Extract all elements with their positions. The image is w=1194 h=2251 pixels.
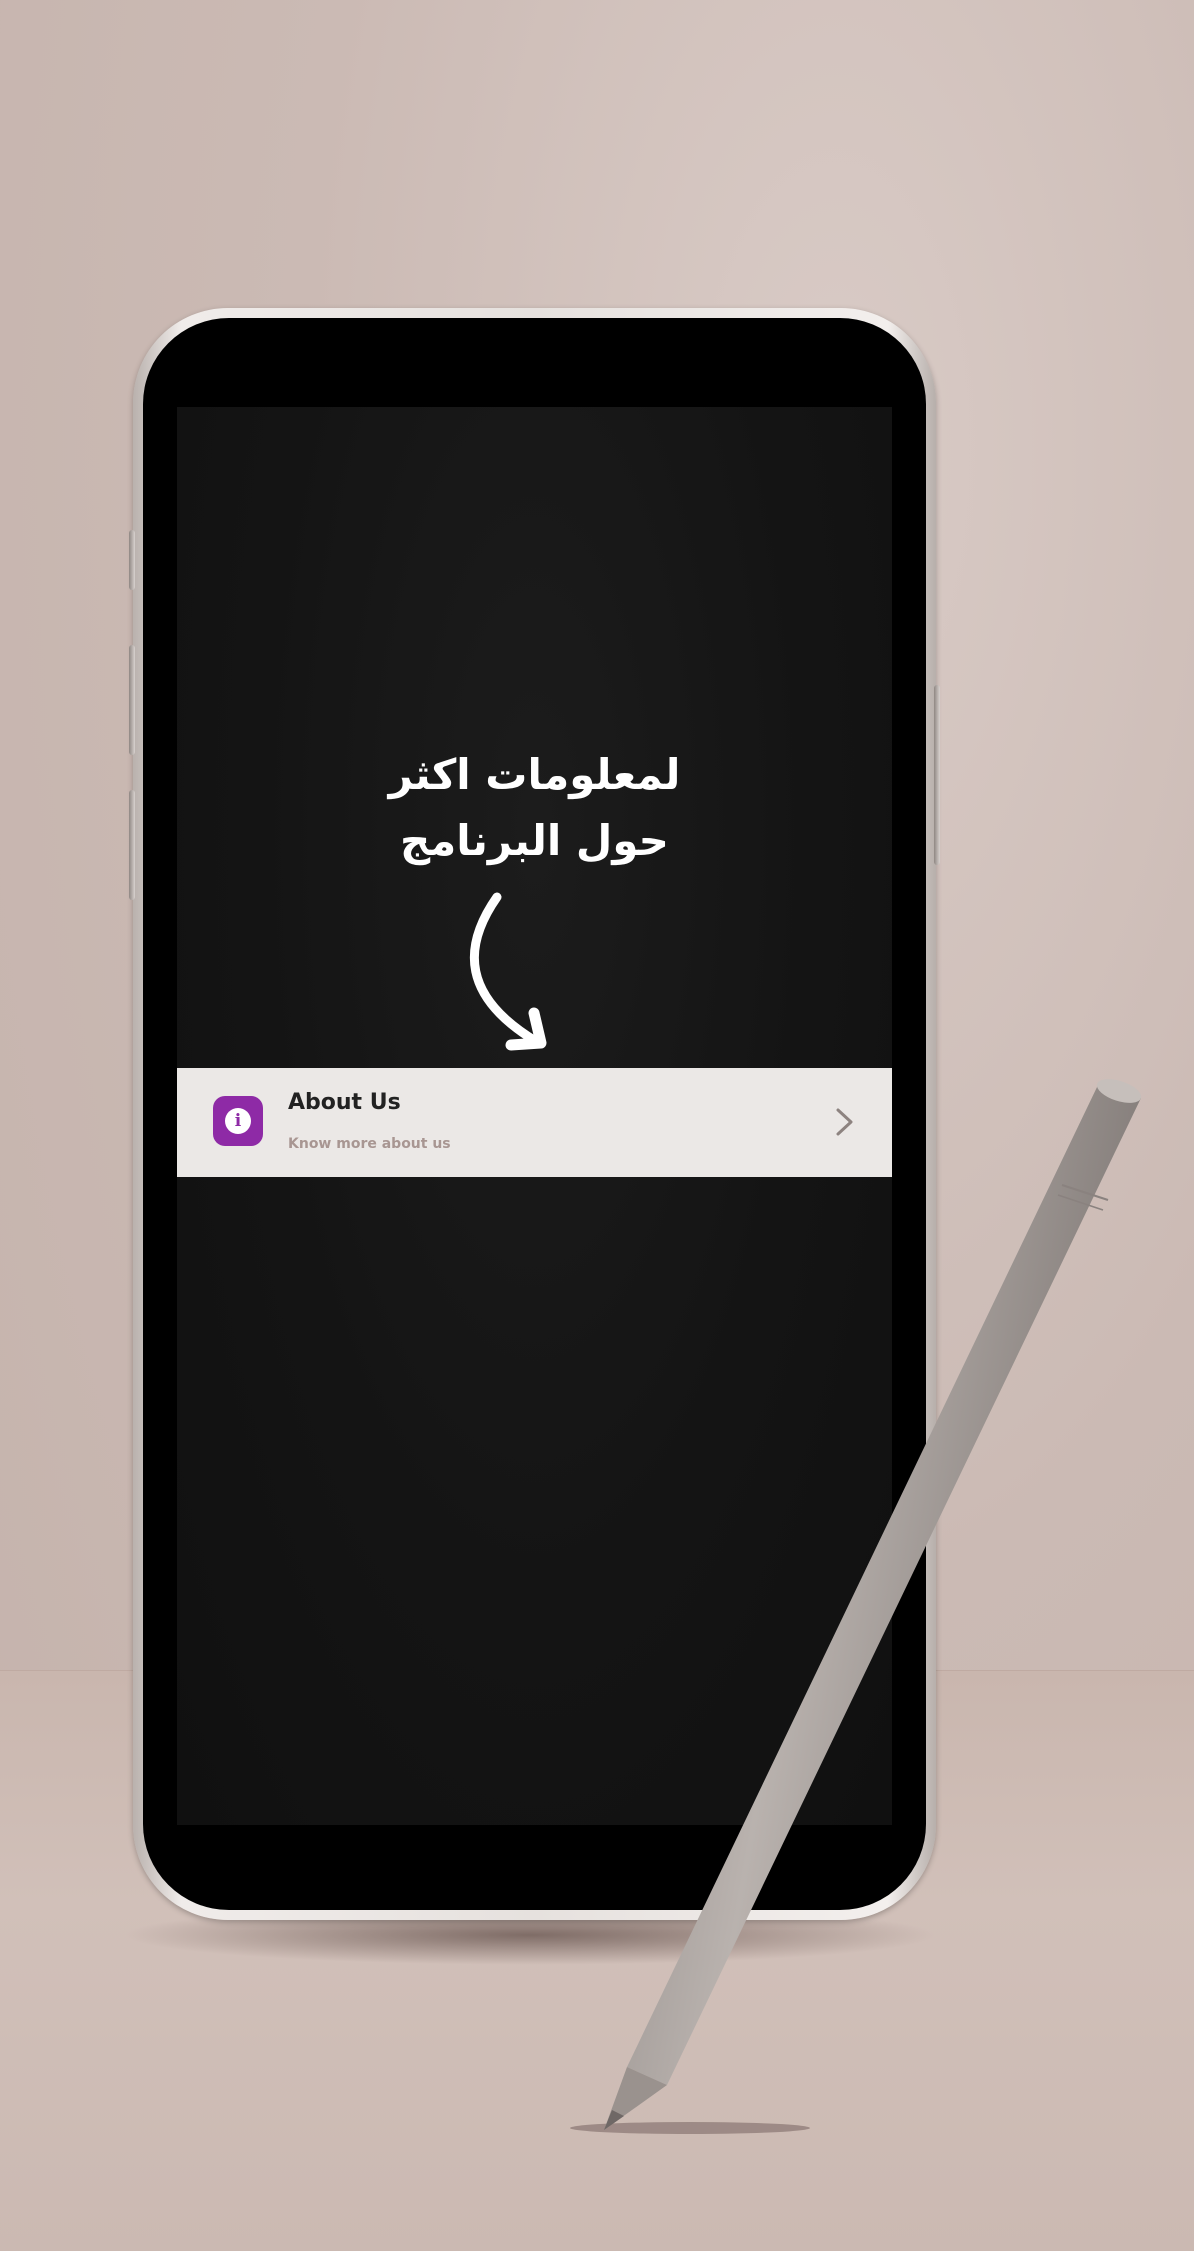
info-icon: i <box>213 1096 263 1146</box>
phone-screen: لمعلومات اكثر حول البرنامج i About Us Kn… <box>177 407 892 1825</box>
promo-headline: لمعلومات اكثر حول البرنامج <box>177 742 892 874</box>
phone-power-button <box>934 685 940 865</box>
mockup-background: لمعلومات اكثر حول البرنامج i About Us Kn… <box>0 0 1194 2251</box>
promo-headline-line-2: حول البرنامج <box>400 816 669 865</box>
info-icon-glyph: i <box>234 1111 242 1131</box>
phone-volume-down-button <box>129 790 135 900</box>
phone-side-button <box>129 530 135 590</box>
about-us-subtitle: Know more about us <box>288 1136 451 1152</box>
curved-arrow-icon <box>469 892 547 1051</box>
about-us-title: About Us <box>288 1090 401 1115</box>
about-us-list-item[interactable]: i About Us Know more about us <box>177 1068 892 1177</box>
chevron-right-icon <box>836 1108 853 1136</box>
promo-headline-line-1: لمعلومات اكثر <box>388 750 681 799</box>
phone-volume-up-button <box>129 645 135 755</box>
